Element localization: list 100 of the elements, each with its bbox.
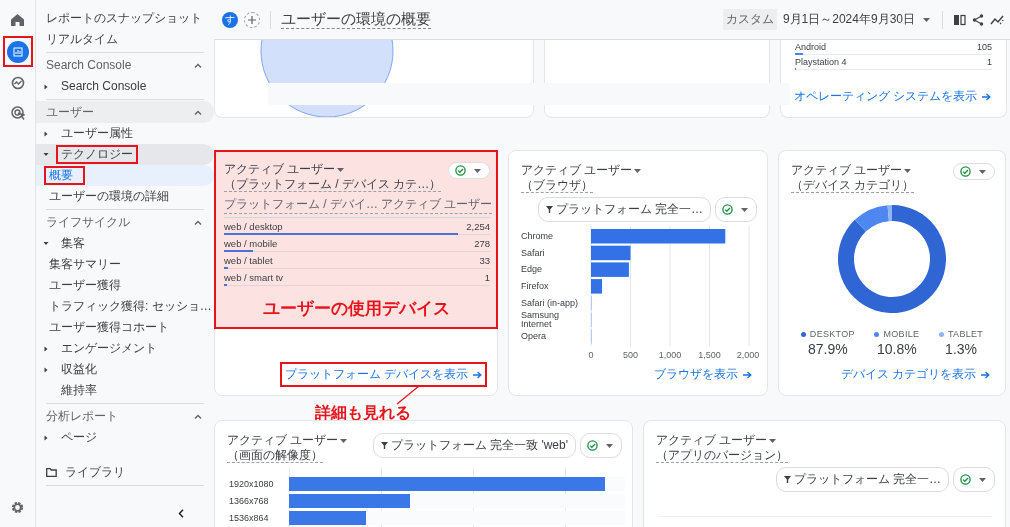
home-icon <box>11 14 24 26</box>
bar <box>591 262 629 277</box>
insights-icon[interactable] <box>990 13 1004 26</box>
caret-right-icon[interactable] <box>42 345 50 352</box>
caret-right-icon[interactable] <box>42 83 50 90</box>
section-title: 分析レポート <box>46 407 118 425</box>
table-cell: 2,254 <box>466 221 490 232</box>
dimension-label[interactable]: （画面の解像度） <box>227 448 323 463</box>
nav-item[interactable]: 集客サマリー <box>36 254 214 275</box>
metric-dropdown[interactable]: アクティブ ユーザー <box>791 163 903 177</box>
caret-icon <box>979 477 986 482</box>
nav-item[interactable]: ユーザー獲得コホート <box>36 317 214 338</box>
caret-down-icon[interactable] <box>42 152 50 157</box>
caret-down-icon[interactable] <box>42 241 50 246</box>
chevron-up-icon[interactable] <box>194 219 202 225</box>
arrow-right-icon <box>981 370 990 379</box>
row-value: 1 <box>987 57 992 67</box>
section-header[interactable]: 分析レポート <box>36 405 214 427</box>
metric-dropdown[interactable]: アクティブ ユーザー <box>227 433 339 447</box>
tick-label: 1,500 <box>698 350 721 360</box>
status-chip[interactable] <box>448 162 490 179</box>
nav-label: テクノロジー <box>56 145 138 164</box>
settings-icon <box>11 500 24 514</box>
nav-label: 集客 <box>60 235 86 252</box>
status-chip[interactable] <box>715 197 757 222</box>
avatar[interactable]: す <box>222 11 238 28</box>
nav-item[interactable]: 概要 <box>36 165 214 186</box>
dimension-label[interactable]: （アプリのバージョン） <box>656 448 788 463</box>
nav-item[interactable]: ユーザー獲得 <box>36 275 214 296</box>
dimension-label[interactable]: （プラットフォーム / デバイス カテ…） <box>224 177 442 192</box>
metric-dropdown[interactable]: アクティブ ユーザー <box>656 433 768 447</box>
share-icon[interactable] <box>972 13 984 26</box>
leader-line <box>395 385 421 405</box>
status-chip[interactable] <box>953 163 995 180</box>
tick-label: 1,000 <box>658 350 682 360</box>
chevron-up-icon[interactable] <box>194 62 202 68</box>
nav-folder[interactable]: Search Console <box>36 76 214 97</box>
section-header[interactable]: ライフサイクル <box>36 211 214 233</box>
table-cell: web / tablet <box>224 255 273 266</box>
legend-label: TABLET <box>948 329 984 339</box>
table-cell: web / desktop <box>224 221 283 232</box>
nav-folder[interactable]: 収益化 <box>36 359 214 380</box>
chevron-up-icon[interactable] <box>194 413 202 419</box>
section-header[interactable]: Search Console <box>36 54 214 76</box>
nav-item[interactable]: トラフィック獲得: セッショ… <box>36 296 214 317</box>
nav-label: 概要 <box>44 166 85 185</box>
funnel-icon <box>783 476 791 483</box>
nav-rail-button[interactable] <box>2 36 33 67</box>
section-title: ライフサイクル <box>46 213 130 231</box>
column-header[interactable]: プラットフォーム / デバイ… <box>224 196 378 214</box>
caret-icon <box>606 443 613 448</box>
category-label: Firefox <box>521 281 549 291</box>
status-chip[interactable] <box>953 467 995 492</box>
status-chip[interactable] <box>580 433 622 458</box>
nav-label: ページ <box>60 429 98 446</box>
nav-label: トラフィック獲得: セッショ… <box>48 298 213 315</box>
target-cursor-icon <box>10 106 25 120</box>
nav-folder[interactable]: エンゲージメント <box>36 338 214 359</box>
nav-folder[interactable]: 維持率 <box>36 380 214 401</box>
nav-folder[interactable]: 集客 <box>36 233 214 254</box>
view-link[interactable]: オペレーティング システムを表示 <box>788 84 996 109</box>
dimension-label[interactable]: （ブラウザ） <box>521 178 593 193</box>
chevron-up-icon[interactable] <box>194 109 202 115</box>
table-cell: 1 <box>484 272 490 283</box>
date-range-picker[interactable]: 9月1日～2024年9月30日 <box>782 11 932 28</box>
view-link[interactable]: プラットフォーム デバイスを表示 <box>279 362 487 387</box>
category-label: Safari (in-app) <box>521 298 579 308</box>
nav-label: 収益化 <box>60 361 98 378</box>
view-link[interactable]: ブラウザを表示 <box>649 362 757 387</box>
section-title: ユーザー <box>46 103 94 121</box>
category-label: Opera <box>521 331 546 341</box>
nav-item[interactable]: リアルタイム <box>36 29 214 50</box>
caret-right-icon[interactable] <box>42 434 50 441</box>
library-item[interactable]: ライブラリ <box>36 462 214 483</box>
nav-folder[interactable]: ページ <box>36 427 214 448</box>
caret-right-icon[interactable] <box>42 366 50 373</box>
table-cell: web / smart tv <box>224 272 284 283</box>
metric-dropdown[interactable]: アクティブ ユーザー <box>224 162 336 176</box>
nav-item[interactable]: レポートのスナップショット <box>36 8 214 29</box>
metric-dropdown[interactable]: アクティブ ユーザー <box>521 163 633 177</box>
column-header[interactable]: アクティブ ユーザー <box>381 196 493 214</box>
check-circle-icon <box>960 474 971 485</box>
date-tag: カスタム <box>722 9 777 30</box>
filter-chip[interactable]: プラットフォーム 完全一致 'web' <box>372 433 576 458</box>
compare-icon[interactable] <box>953 13 966 26</box>
category-label: Chrome <box>521 231 553 241</box>
dimension-label[interactable]: （デバイス カテゴリ） <box>791 178 915 193</box>
filter-chip[interactable]: プラットフォーム 完全一… <box>537 197 711 222</box>
caret-icon <box>474 168 481 173</box>
legend-value: 87.9% <box>807 341 848 357</box>
view-link[interactable]: デバイス カテゴリを表示 <box>835 362 995 387</box>
tick-label: 0 <box>588 350 594 360</box>
filter-chip[interactable]: プラットフォーム 完全一… <box>775 467 949 492</box>
nav-folder[interactable]: テクノロジー <box>36 144 214 165</box>
nav-label: ユーザー属性 <box>60 125 134 142</box>
caret-right-icon[interactable] <box>42 130 50 137</box>
nav-folder[interactable]: ユーザー属性 <box>36 123 214 144</box>
section-header[interactable]: ユーザー <box>36 101 214 123</box>
nav-item[interactable]: ユーザーの環境の詳細 <box>36 186 214 207</box>
arrow-right-icon <box>982 92 991 101</box>
